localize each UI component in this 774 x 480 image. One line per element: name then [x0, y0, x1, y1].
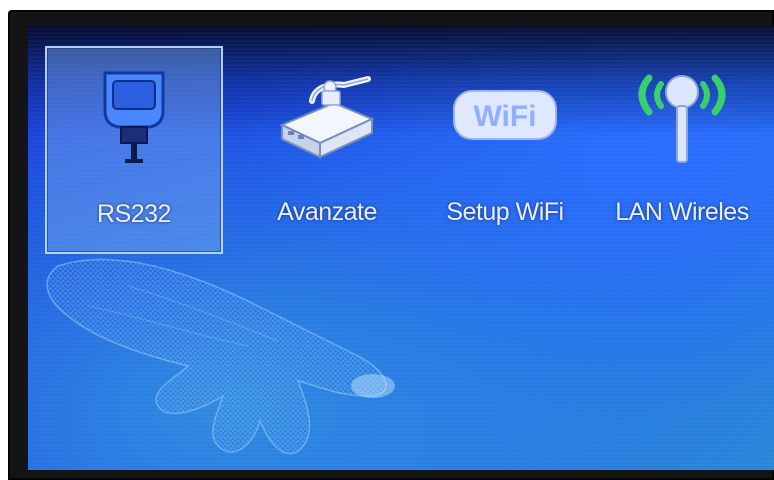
- wifi-badge-icon: WiFi: [416, 60, 594, 170]
- hand-background-graphic: [46, 258, 395, 455]
- wifi-badge-text: WiFi: [473, 100, 536, 133]
- serial-port-icon: [47, 62, 221, 172]
- menu-item-label: Avanzate: [277, 198, 377, 226]
- lcd-screen: RS232 Avanzate WiFi Setup WiFi LAN Wirel…: [28, 26, 774, 470]
- menu-item-rs232[interactable]: RS232: [45, 46, 223, 254]
- main-menu: RS232 Avanzate WiFi Setup WiFi LAN Wirel…: [28, 26, 774, 256]
- menu-item-setup-wifi[interactable]: WiFi Setup WiFi: [416, 46, 594, 254]
- menu-item-avanzate[interactable]: Avanzate: [238, 46, 416, 254]
- menu-item-lan-wireles[interactable]: LAN Wireles: [593, 46, 771, 254]
- wireless-antenna-icon: [593, 60, 771, 170]
- menu-item-label: Setup WiFi: [446, 198, 564, 226]
- menu-item-label: LAN Wireles: [615, 198, 749, 226]
- device-bezel: RS232 Avanzate WiFi Setup WiFi LAN Wirel…: [8, 10, 774, 480]
- router-device-icon: [238, 60, 416, 170]
- menu-item-label: RS232: [97, 200, 171, 228]
